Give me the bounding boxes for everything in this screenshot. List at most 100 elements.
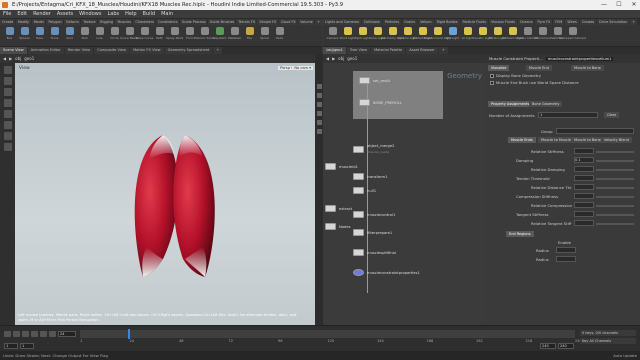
- shelf-tool[interactable]: Draw Curve: [136, 27, 153, 40]
- tab-muscle-end[interactable]: Muscle End: [526, 65, 552, 71]
- param-slider[interactable]: [596, 187, 634, 189]
- shelf-tab[interactable]: Characters: [133, 19, 156, 25]
- viewport-node[interactable]: geo1: [24, 56, 34, 61]
- clear-button[interactable]: Clear: [604, 112, 620, 118]
- tab-muscle-to-bone-sub[interactable]: Muscle to Bone: [571, 137, 604, 143]
- radius-field-2[interactable]: [556, 256, 576, 262]
- shelf-tab[interactable]: Rigid Bodies: [434, 19, 460, 25]
- pane-tab[interactable]: Tree View: [346, 47, 371, 54]
- menu-item-labs[interactable]: Labs: [107, 11, 119, 17]
- pane-tab[interactable]: Material Palette: [371, 47, 406, 54]
- pose-tool-icon[interactable]: [3, 121, 12, 129]
- shelf-tab[interactable]: Terrain FX: [236, 19, 257, 25]
- pane-tab[interactable]: Render View: [64, 47, 94, 54]
- pane-tab[interactable]: Asset Browser: [406, 47, 438, 54]
- start-frame-field-2[interactable]: 1: [20, 343, 34, 349]
- step-back-icon[interactable]: [13, 331, 20, 337]
- shelf-tab[interactable]: Volume: [298, 19, 315, 25]
- tab-velocity-blend[interactable]: Velocity Blend: [601, 137, 632, 143]
- play-reverse-icon[interactable]: [22, 331, 29, 337]
- shelf-tool[interactable]: Line: [93, 27, 106, 40]
- network-node[interactable]: extract: [325, 205, 352, 212]
- shelf-tool[interactable]: File: [243, 27, 256, 40]
- scene-viewport[interactable]: View Persp ▾ No cam ▾ Left mouse tumbles…: [15, 63, 315, 325]
- shelf-tab[interactable]: Cloud FX: [278, 19, 298, 25]
- network-editor[interactable]: Geometry set_restA BONE_PREROLL object_mer…: [323, 63, 486, 325]
- shelf-tab[interactable]: Wires: [565, 19, 579, 25]
- pane-tab[interactable]: +: [438, 47, 448, 54]
- step-forward-icon[interactable]: [49, 331, 56, 337]
- shelf-tool[interactable]: Camera: [326, 27, 339, 40]
- network-node[interactable]: musclesplitfinal: [353, 249, 396, 256]
- scale-tool-icon[interactable]: [3, 99, 12, 107]
- menu-item-edit[interactable]: Edit: [17, 11, 27, 17]
- param-field[interactable]: [574, 211, 594, 217]
- param-slider[interactable]: [596, 223, 634, 225]
- param-slider[interactable]: [596, 196, 634, 198]
- network-node[interactable]: musclecontrol1: [353, 211, 395, 218]
- network-node[interactable]: null1: [353, 187, 376, 194]
- shelf-tool[interactable]: Spray Paint: [166, 27, 183, 40]
- menu-item-file[interactable]: File: [3, 11, 11, 17]
- pane-tab[interactable]: Composite View: [94, 47, 130, 54]
- menu-item-windows[interactable]: Windows: [79, 11, 101, 17]
- stop-icon[interactable]: [31, 331, 38, 337]
- handle-tool-icon[interactable]: [3, 110, 12, 118]
- param-slider[interactable]: [596, 214, 634, 216]
- shelf-tool[interactable]: Gamepad Camera: [559, 27, 586, 40]
- shelf-tool[interactable]: Tube: [33, 27, 46, 40]
- shelf-tab[interactable]: Simple FX: [257, 19, 278, 25]
- goto-start-icon[interactable]: [4, 331, 11, 337]
- param-slider[interactable]: [596, 205, 634, 207]
- shelf-tab[interactable]: Model: [31, 19, 46, 25]
- param-field[interactable]: [574, 220, 594, 226]
- menu-item-assets[interactable]: Assets: [57, 11, 73, 17]
- menu-item-render[interactable]: Render: [33, 11, 51, 17]
- shelf-tool[interactable]: Environment Light: [424, 27, 451, 40]
- shelf-tool[interactable]: Sky Light: [446, 27, 459, 40]
- shelf-tool[interactable]: Path: [153, 27, 166, 40]
- key-all-channels-button[interactable]: Key All Channels: [580, 338, 636, 344]
- menu-item-main[interactable]: Main: [161, 11, 173, 17]
- shelf-tool[interactable]: Caustic Light: [473, 27, 492, 40]
- network-node[interactable]: set_restA: [359, 77, 390, 84]
- network-node[interactable]: BONE_PREROLL: [359, 99, 402, 106]
- shelf-tool[interactable]: Box: [3, 27, 16, 40]
- network-node[interactable]: muscleid1: [325, 163, 358, 170]
- brush-tool-icon[interactable]: [3, 143, 12, 151]
- shelf-tab[interactable]: Create: [0, 19, 15, 25]
- tab-muscle-to-muscle[interactable]: Muscle to Muscle: [538, 137, 574, 143]
- shelf-tool[interactable]: Spot Light: [355, 27, 370, 40]
- shelf-tool[interactable]: Stereo Camera: [516, 27, 539, 40]
- shelf-tab[interactable]: Guide Process: [179, 19, 207, 25]
- param-field[interactable]: [574, 166, 594, 172]
- network-node[interactable]: filterprepare1: [353, 229, 392, 236]
- muscle-end-checkbox[interactable]: [490, 81, 494, 85]
- move-tool-icon[interactable]: [3, 77, 12, 85]
- menu-item-build[interactable]: Build: [143, 11, 156, 17]
- param-field[interactable]: 0.1: [574, 157, 594, 163]
- shelf-tool[interactable]: Metaball: [228, 27, 241, 40]
- tab-muscle-to-bone[interactable]: Muscle to Bone: [571, 65, 604, 71]
- shelf-tool[interactable]: Spiral: [258, 27, 271, 40]
- shelf-tab[interactable]: Oceans: [517, 19, 535, 25]
- playhead[interactable]: [127, 329, 130, 339]
- pane-tab[interactable]: /obj/geo1: [323, 47, 346, 54]
- param-slider[interactable]: [596, 178, 634, 180]
- shelf-tab[interactable]: Modify: [15, 19, 31, 25]
- shelf-tool[interactable]: Sphere: [18, 27, 31, 40]
- back-icon[interactable]: ◀: [326, 56, 329, 61]
- pane-tab[interactable]: Motion FX View: [130, 47, 164, 54]
- shelf-tool[interactable]: Point Light: [340, 27, 355, 40]
- close-button[interactable]: ✕: [630, 0, 638, 10]
- end-frame-field[interactable]: 240: [540, 343, 556, 349]
- shelf-tab[interactable]: Rigging: [98, 19, 115, 25]
- network-node[interactable]: Nodes: [325, 223, 351, 230]
- shelf-tab[interactable]: Muscles: [115, 19, 133, 25]
- shelf-tab[interactable]: Lights and Cameras: [323, 19, 361, 25]
- shelf-tab[interactable]: Texture: [81, 19, 98, 25]
- shelf-tab[interactable]: Viscous Fluids: [489, 19, 517, 25]
- param-field[interactable]: [574, 193, 594, 199]
- shelf-tool[interactable]: Platonic Solids: [194, 27, 215, 40]
- timeline-track[interactable]: [80, 330, 575, 338]
